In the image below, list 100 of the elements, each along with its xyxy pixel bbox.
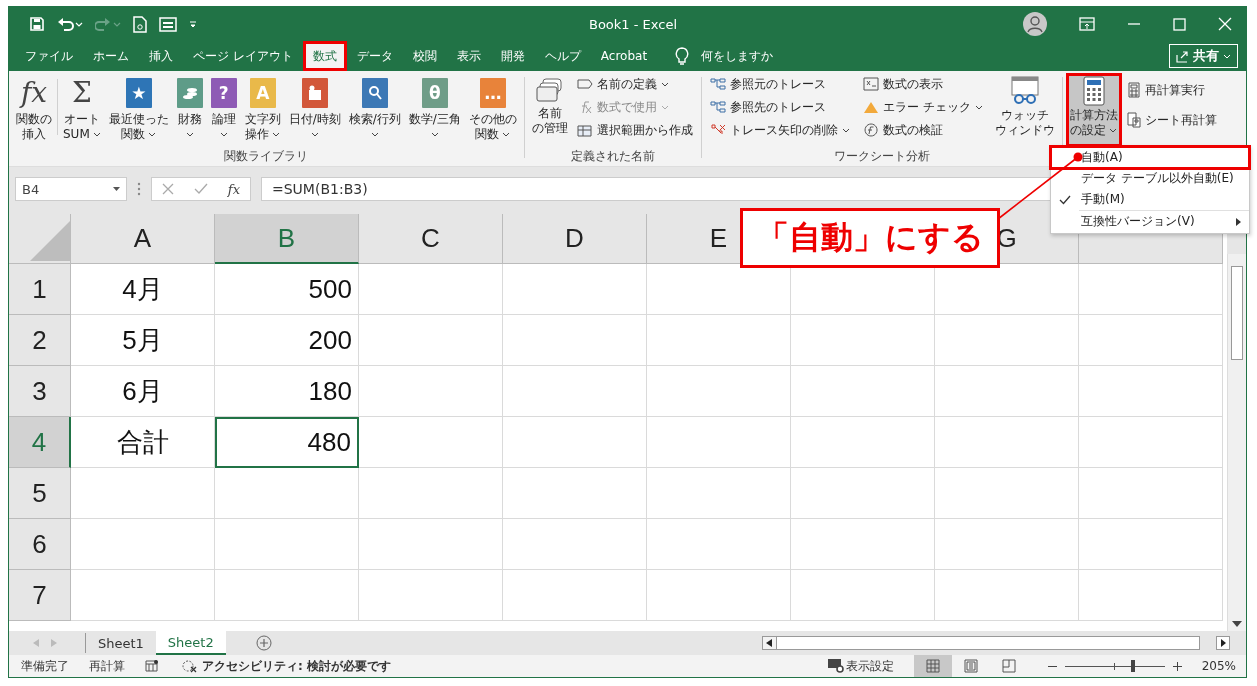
ribbon-button[interactable]: 財務 [172, 73, 207, 147]
ribbon-tab[interactable]: ファイル [15, 41, 83, 71]
ribbon-tab[interactable]: ホーム [83, 41, 139, 71]
ribbon-tab[interactable]: ヘルプ [534, 41, 591, 71]
drag-handle-icon[interactable] [137, 182, 141, 196]
name-box[interactable]: B4 [15, 177, 127, 201]
row-header[interactable]: 6 [9, 519, 71, 570]
ribbon-button[interactable]: 参照元のトレース [707, 73, 852, 95]
table-cell: 500 [215, 264, 359, 315]
ribbon-button[interactable]: fx 関数の 挿入 [12, 73, 56, 147]
ribbon-tab[interactable]: 数式 [302, 41, 347, 71]
ribbon-button[interactable]: 検索/行列 [344, 73, 405, 147]
form-icon[interactable] [159, 16, 177, 32]
zoom-in-icon[interactable] [1172, 661, 1182, 671]
ribbon-button[interactable]: … その他の 関数 [464, 73, 521, 147]
caret-icon [502, 132, 511, 137]
ribbon-display-icon[interactable] [1079, 17, 1095, 31]
share-button[interactable]: 共有 [1169, 44, 1238, 68]
submenu-arrow-icon [1236, 217, 1241, 226]
function-glyph-icon: Σ [72, 76, 92, 110]
row-header[interactable]: 7 [9, 570, 71, 621]
grid-view-icon[interactable] [913, 655, 952, 677]
document-icon[interactable] [133, 15, 147, 33]
accessibility-icon[interactable] [182, 659, 198, 673]
row-header[interactable]: 5 [9, 468, 71, 519]
ribbon-button[interactable]: 計算方法 の設定 [1065, 73, 1122, 147]
book-icon: A [249, 78, 276, 108]
ribbon-tab[interactable]: Acrobat [590, 41, 658, 71]
ribbon-tab[interactable]: 挿入 [139, 41, 183, 71]
left-arrow-icon[interactable] [765, 639, 772, 647]
row-header[interactable]: 2 [9, 315, 71, 366]
ribbon-button[interactable]: 数式の表示 [860, 73, 985, 95]
insert-function-button[interactable]: fx [227, 181, 240, 197]
table-cell: 480 [215, 417, 359, 468]
table-icon [576, 123, 593, 137]
caret-icon [92, 132, 101, 137]
ribbon-tab[interactable]: 表示 [446, 41, 491, 71]
book-icon: … [479, 78, 506, 108]
maximize-icon[interactable] [1173, 17, 1186, 31]
ribbon-tab[interactable]: ページ レイアウト [183, 41, 303, 71]
column-header[interactable]: D [503, 214, 647, 264]
ribbon-button[interactable]: A 文字列 操作 [240, 73, 285, 147]
scrollbar-thumb[interactable] [1231, 266, 1243, 360]
ribbon-button[interactable]: θ 数学/三角 [404, 73, 465, 147]
book-icon: θ [421, 78, 448, 108]
table-cell: 6月 [71, 366, 215, 417]
ribbon-button[interactable]: トレース矢印の削除 [707, 119, 852, 141]
ribbon-button[interactable]: 再計算実行 [1124, 79, 1219, 101]
caret-icon [219, 132, 228, 137]
status-text[interactable]: アクセシビリティ: 検討が必要です [202, 657, 391, 675]
sheet-icon[interactable] [145, 660, 158, 672]
down-arrow-icon[interactable] [1232, 621, 1242, 627]
caret-icon [148, 132, 157, 137]
column-header[interactable]: C [359, 214, 503, 264]
menu-item[interactable]: 互換性バージョン(V) [1079, 210, 1249, 232]
ribbon-button[interactable]: エラー チェック [860, 96, 985, 118]
monitor-gear-icon [827, 659, 844, 673]
sheet-tab[interactable]: Sheet1 [86, 631, 156, 655]
column-header[interactable]: B [215, 214, 359, 264]
sheet-calculator-icon [1126, 112, 1141, 128]
ribbon-button[interactable]: Σ オート SUM [59, 73, 105, 147]
ribbon-button[interactable]: 名前の定義 [574, 73, 695, 95]
ribbon-button[interactable]: ウォッチ ウィンドウ [990, 73, 1059, 147]
avatar-icon[interactable] [1023, 12, 1047, 36]
menu-item[interactable]: 自動(A) [1051, 147, 1249, 168]
sheet-tab[interactable]: Sheet2 [155, 631, 226, 655]
ribbon-tab[interactable]: 開発 [490, 41, 535, 71]
display-settings-button[interactable]: 表示設定 [821, 656, 900, 676]
warning-icon [862, 100, 879, 114]
ribbon-button[interactable]: 数式の検証 [860, 119, 985, 141]
ribbon-tab[interactable]: 校閲 [402, 41, 447, 71]
ribbon-button[interactable]: 名前 の管理 [527, 73, 572, 147]
book-icon: ★ [125, 78, 152, 108]
tag-icon [576, 77, 593, 91]
close-icon[interactable] [1218, 17, 1232, 31]
ribbon-button[interactable]: ★ 最近使った 関数 [104, 73, 173, 147]
ribbon-button[interactable]: シート再計算 [1124, 109, 1219, 131]
undo-icon[interactable] [57, 16, 83, 32]
row-header[interactable]: 3 [9, 366, 71, 417]
zoom-level[interactable]: 205% [1201, 659, 1246, 673]
ribbon-button[interactable]: 日付/時刻 [284, 73, 345, 147]
column-header[interactable]: A [71, 214, 215, 264]
table-cell: 5月 [71, 315, 215, 366]
scrollbar[interactable] [761, 636, 1200, 650]
row-header[interactable]: 1 [9, 264, 71, 315]
table-cell: 200 [215, 315, 359, 366]
row-header[interactable]: 4 [9, 417, 71, 468]
callout-tooltip: 「自動」にする [740, 208, 1000, 268]
ribbon-tab[interactable]: データ [346, 41, 403, 71]
checkmark-icon[interactable] [193, 183, 208, 195]
zoom-slider[interactable] [1064, 659, 1165, 673]
ribbon-button[interactable]: ? 論理 [206, 73, 241, 147]
add-sheet-icon[interactable] [255, 635, 272, 651]
book-icon: ? [210, 78, 237, 108]
ribbon-button[interactable]: 選択範囲から作成 [574, 119, 695, 141]
ribbon-button[interactable]: 参照先のトレース [707, 96, 852, 118]
tell-me-field[interactable]: 何をしますか [699, 48, 814, 64]
cancel-icon[interactable] [161, 183, 174, 195]
customize-caret-icon[interactable] [189, 20, 197, 28]
save-icon[interactable] [29, 16, 45, 32]
